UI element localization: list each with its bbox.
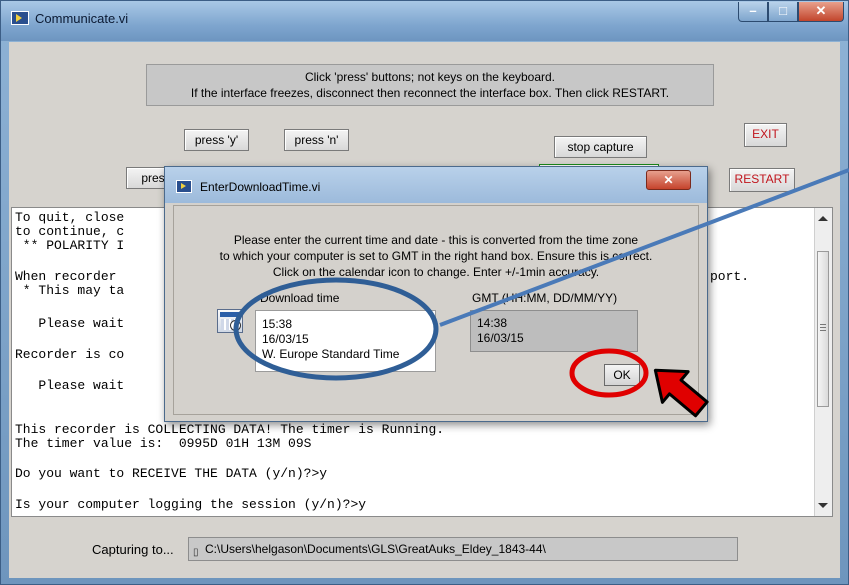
- scroll-thumb[interactable]: [817, 251, 829, 407]
- gmt-time-value: 14:38: [477, 316, 508, 330]
- press-y-button[interactable]: press 'y': [184, 129, 249, 151]
- terminal-line: Do you want to RECEIVE THE DATA (y/n)?>y: [15, 466, 328, 481]
- banner-line-2: If the interface freezes, disconnect the…: [190, 86, 670, 100]
- path-marker-icon: ▯: [193, 547, 199, 558]
- minimize-button[interactable]: –: [738, 2, 768, 22]
- stop-capture-button[interactable]: stop capture: [554, 136, 647, 158]
- calendar-icon[interactable]: [217, 309, 243, 333]
- banner-line-1: Click 'press' buttons; not keys on the k…: [304, 70, 556, 84]
- download-time-label: Download time: [260, 291, 340, 305]
- download-time-input[interactable]: 15:38 16/03/15 W. Europe Standard Time: [255, 310, 436, 372]
- capture-path-field[interactable]: ▯ C:\Users\helgason\Documents\GLS\GreatA…: [188, 537, 738, 561]
- terminal-line: * This may ta: [15, 283, 125, 298]
- dialog-message-line-2: to which your computer is set to GMT in …: [219, 249, 653, 263]
- terminal-line: Please wait: [15, 378, 125, 393]
- dialog-message-line-3: Click on the calendar icon to change. En…: [272, 265, 600, 279]
- dialog-body: Please enter the current time and date -…: [173, 205, 699, 415]
- dialog-message-line-1: Please enter the current time and date -…: [233, 233, 639, 247]
- ok-button[interactable]: OK: [604, 364, 640, 386]
- terminal-line: When recorder: [15, 269, 117, 284]
- close-button[interactable]: ✕: [798, 2, 844, 22]
- enter-download-time-dialog: EnterDownloadTime.vi ✕ Please enter the …: [164, 166, 708, 422]
- scroll-up-icon[interactable]: [818, 216, 828, 221]
- clock-icon: [230, 320, 241, 331]
- grip-icon: [820, 324, 826, 325]
- press-n-button[interactable]: press 'n': [284, 129, 349, 151]
- dialog-close-button[interactable]: ✕: [646, 170, 691, 190]
- terminal-line: Is your computer logging the session (y/…: [15, 497, 367, 512]
- dialog-message: Please enter the current time and date -…: [174, 232, 698, 280]
- capture-label: Capturing to...: [92, 542, 174, 557]
- terminal-line: The timer value is: 0995D 01H 13M 09S: [15, 436, 312, 451]
- terminal-line: To quit, close: [15, 210, 125, 225]
- gmt-date-value: 16/03/15: [477, 331, 524, 345]
- gmt-time-display: 14:38 16/03/15: [470, 310, 638, 352]
- exit-button[interactable]: EXIT: [744, 123, 787, 147]
- download-date-value: 16/03/15: [262, 332, 309, 346]
- download-time-value: 15:38: [262, 317, 293, 331]
- window-titlebar[interactable]: Communicate.vi – □ ✕: [1, 1, 848, 41]
- terminal-line: Please wait: [15, 316, 125, 331]
- restart-button[interactable]: RESTART: [729, 168, 795, 192]
- terminal-line: This recorder is COLLECTING DATA! The ti…: [15, 422, 445, 437]
- scroll-down-icon[interactable]: [818, 503, 828, 508]
- terminal-scrollbar[interactable]: [814, 208, 832, 516]
- terminal-line: to continue, c: [15, 224, 125, 239]
- capture-path-value: C:\Users\helgason\Documents\GLS\GreatAuk…: [205, 542, 546, 556]
- maximize-button[interactable]: □: [768, 2, 798, 22]
- labview-app-icon: [11, 11, 29, 25]
- dialog-title: EnterDownloadTime.vi: [200, 180, 321, 194]
- terminal-line: ** POLARITY I: [15, 238, 125, 253]
- terminal-line: Recorder is co: [15, 347, 125, 362]
- instruction-banner: Click 'press' buttons; not keys on the k…: [146, 64, 714, 106]
- labview-app-icon: [176, 180, 192, 193]
- gmt-label: GMT (HH:MM, DD/MM/YY): [472, 291, 618, 305]
- window-title: Communicate.vi: [35, 11, 129, 26]
- calendar-header: [220, 312, 240, 317]
- terminal-line-fragment: port.: [710, 269, 750, 284]
- dialog-titlebar[interactable]: EnterDownloadTime.vi ✕: [165, 167, 707, 203]
- download-zone-value: W. Europe Standard Time: [262, 347, 400, 361]
